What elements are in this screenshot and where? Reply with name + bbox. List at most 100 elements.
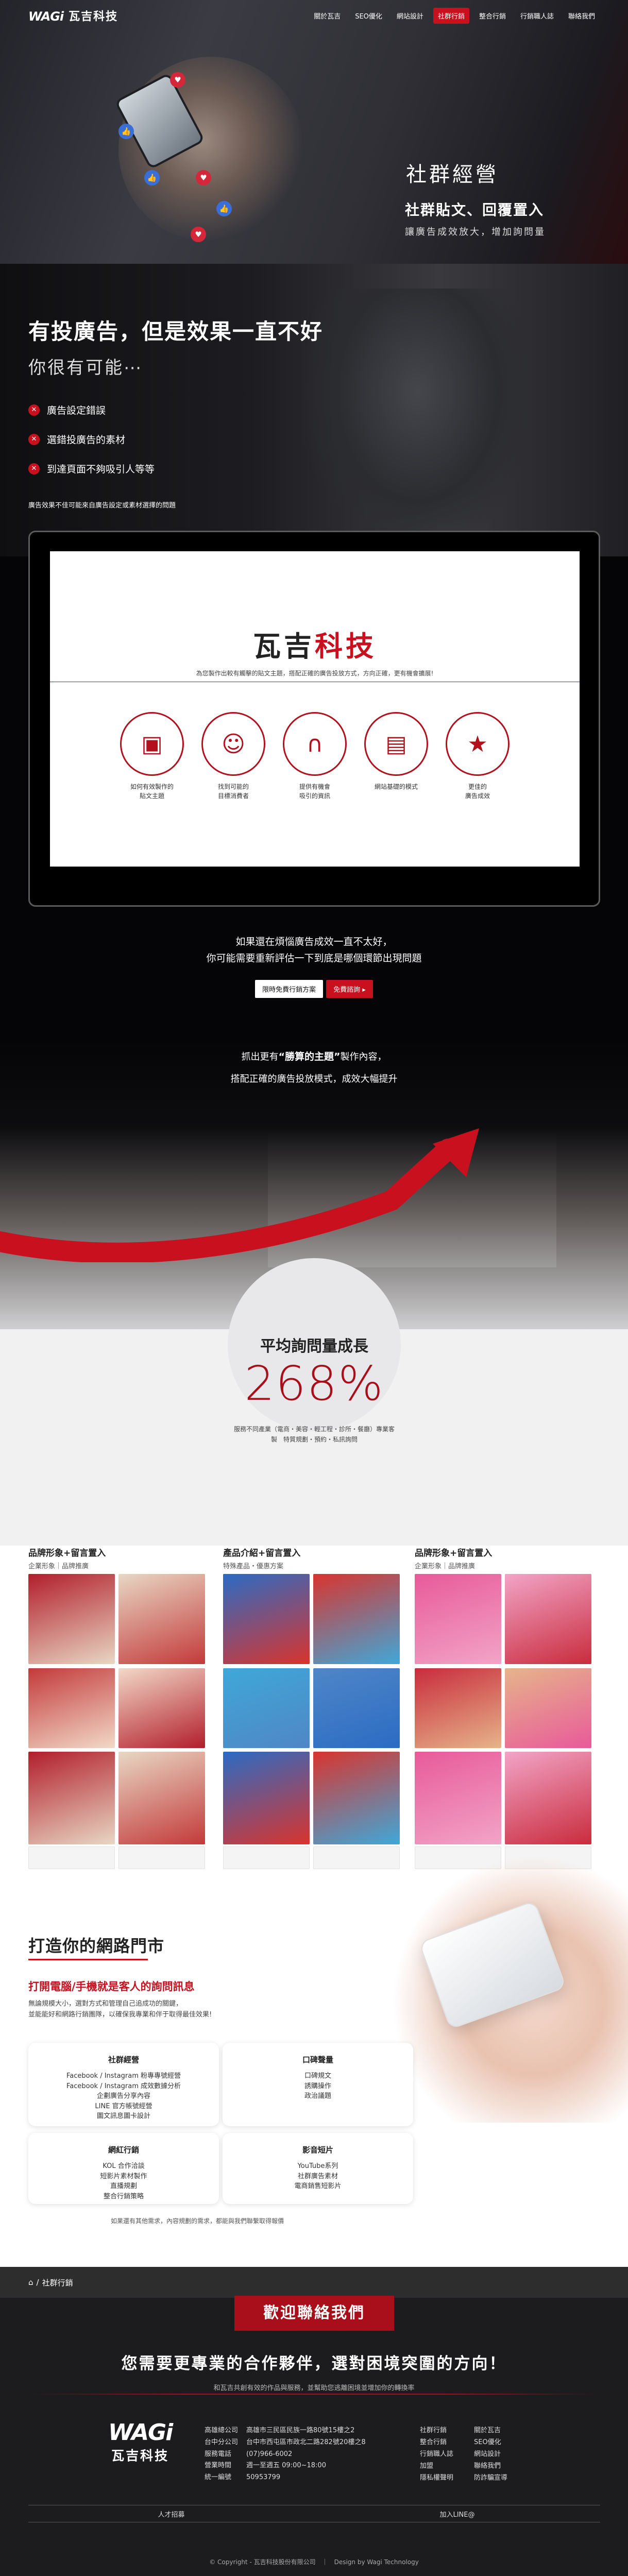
footer-link[interactable]: 整合行銷: [420, 2436, 474, 2446]
portal-description: 無論規模大小，選對方式和管理自己追成功的關鍵， 並能能好和網路行銷團隊，以確保我…: [28, 1999, 212, 2021]
portfolio-post-image[interactable]: [415, 1668, 501, 1748]
cta-line-1: 如果還在煩惱廣告成效一直不太好，: [235, 936, 393, 947]
footer-link[interactable]: 關於瓦吉: [474, 2425, 528, 2434]
footer-divider: [0, 2394, 628, 2395]
portfolio-post-image[interactable]: [118, 1668, 205, 1748]
footer-link[interactable]: 加盟: [420, 2460, 474, 2470]
info-value: (07)966-6002: [246, 2450, 293, 2458]
portfolio-post-image[interactable]: [505, 1752, 591, 1844]
footer-link[interactable]: 防詐騙宣導: [474, 2472, 528, 2482]
comment-thread-image: [313, 1846, 400, 1869]
nav-item[interactable]: 社群行銷: [433, 7, 469, 24]
comment-thread-image: [223, 1846, 310, 1869]
problem-item-text: 到達頁面不夠吸引人等等: [47, 464, 155, 475]
portfolio-title: 產品介紹+留言置入: [223, 1548, 301, 1558]
portfolio-post-image[interactable]: [313, 1574, 400, 1664]
problem-item-text: 選錯投廣告的素材: [47, 434, 126, 446]
footer-link[interactable]: 行銷職人誌: [420, 2448, 474, 2458]
info-row: 統一編號 50953799: [205, 2472, 373, 2483]
service-card-line: 企劃廣告分享內容: [96, 2092, 150, 2100]
like-icon: 👍: [216, 201, 232, 216]
service-card: 口碑聲量 口碑規文 誘購操作 政治議題: [223, 2043, 413, 2126]
portfolio-subtitle: 企業形象｜品牌推廣: [415, 1563, 476, 1570]
portfolio-post-image[interactable]: [223, 1668, 310, 1748]
screen-logo: 瓦吉科技: [50, 623, 580, 664]
info-label: 統一編號: [205, 2473, 232, 2482]
footer-link[interactable]: SEO優化: [474, 2436, 528, 2446]
device-icon: ▣: [120, 712, 184, 776]
growth-arrow: [0, 1128, 479, 1262]
service-card: 網紅行銷 KOL 合作洽談 短影片素材製作 直播規劃 整合行銷策略: [28, 2133, 219, 2204]
info-label: 營業時間: [205, 2462, 232, 2470]
heart-icon: ♥: [191, 227, 206, 242]
site-logo[interactable]: WAGi 瓦吉科技: [28, 7, 118, 24]
portal-title-underline: [28, 1959, 148, 1960]
footer-link[interactable]: 隱私權聲明: [420, 2472, 474, 2482]
comment-thread-image: [28, 1846, 115, 1869]
portfolio-post-image[interactable]: [505, 1668, 591, 1748]
footer-logo-latin: WAGi: [108, 2419, 173, 2446]
portfolio-post-image[interactable]: [118, 1752, 205, 1844]
logo-latin: WAGi: [28, 9, 64, 24]
strategy-text: 抓出更有“勝算的主題”製作內容， 搭配正確的廣告投放模式，成效大幅提升: [0, 1046, 628, 1090]
portfolio-post-image[interactable]: [505, 1574, 591, 1664]
footer-link[interactable]: 網站設計: [474, 2448, 528, 2458]
service-card-line: 政治議題: [304, 2092, 331, 2100]
service-card-line: KOL 合作洽談: [103, 2162, 145, 2170]
nav-item[interactable]: 行銷職人誌: [516, 8, 558, 24]
nav-item[interactable]: 網站設計: [392, 8, 428, 24]
portal-description-2: 並能能好和網路行銷團隊，以確保我專業和伴于取得最佳效果!: [28, 2010, 212, 2019]
heart-icon: ♥: [170, 72, 185, 88]
growth-value: 268%: [244, 1356, 384, 1411]
feature-item: ★ 更佳的 廣告成效: [446, 712, 510, 801]
service-card-line: LINE 官方帳號經營: [95, 2102, 152, 2110]
portfolio-post-image[interactable]: [28, 1668, 115, 1748]
breadcrumb: ⌂ / 社群行銷: [0, 2267, 628, 2298]
cta-buttons: 限時免費行銷方案 免費諮詢 ▸: [0, 980, 628, 998]
hero-title: 社群經營: [406, 163, 499, 187]
contact-button[interactable]: 歡迎聯絡我們: [234, 2296, 394, 2331]
service-card-title: 口碑聲量: [302, 2055, 333, 2064]
consult-button[interactable]: 免費諮詢 ▸: [326, 980, 373, 998]
portfolio-post-image[interactable]: [313, 1668, 400, 1748]
footer-logo[interactable]: WAGi 瓦吉科技: [108, 2419, 173, 2464]
problem-item-text: 廣告設定錯誤: [47, 405, 106, 416]
problem-item: ✕ 廣告設定錯誤: [28, 403, 155, 417]
footer-logo-chinese: 瓦吉科技: [111, 2448, 169, 2463]
magnet-icon: ∩: [283, 712, 347, 776]
nav-item[interactable]: 關於瓦吉: [309, 8, 345, 24]
feature-item: ▤ 網站基礎的模式: [364, 712, 428, 801]
feature-label: 網站基礎的模式: [374, 783, 418, 790]
footer-link[interactable]: 社群行銷: [420, 2425, 474, 2434]
feature-item: ☺ 找到可能的 目標消費者: [201, 712, 265, 801]
service-card-line: Facebook / Instagram 成效數據分析: [66, 2082, 181, 2090]
nav-item[interactable]: 聯絡我們: [564, 8, 600, 24]
portfolio-post-image[interactable]: [223, 1752, 310, 1844]
logo-chinese: 瓦吉科技: [69, 10, 118, 23]
portfolio-post-image[interactable]: [223, 1574, 310, 1664]
footer-link[interactable]: 聯絡我們: [474, 2460, 528, 2470]
careers-link[interactable]: 人才招募: [28, 2505, 314, 2522]
screen-logo-red: 科技: [315, 630, 377, 663]
promo-button[interactable]: 限時免費行銷方案: [255, 980, 324, 998]
strategy-line-2: 搭配正確的廣告投放模式，成效大幅提升: [230, 1073, 398, 1084]
portfolio-post-image[interactable]: [313, 1752, 400, 1844]
service-card-line: 短影片素材製作: [100, 2172, 147, 2180]
nav-item[interactable]: SEO優化: [350, 8, 387, 24]
nav-item[interactable]: 整合行銷: [474, 8, 511, 24]
line-link[interactable]: 加入LINE@: [314, 2505, 600, 2522]
feature-item: ▣ 如何有效製作的 貼文主題: [120, 712, 184, 801]
portfolio-post-image[interactable]: [28, 1752, 115, 1844]
problem-note: 廣告效果不佳可能來自廣告設定或素材選擇的問題: [28, 502, 176, 510]
growth-circle: 平均詢問量成長 268% 服務不同產業（電商・美容・輕工程・診所・餐廳）專業客製…: [228, 1258, 401, 1443]
copyright: © Copyright - 瓦吉科技股份有限公司 ｜ Design by Wag…: [209, 2558, 419, 2566]
portfolio-post-image[interactable]: [28, 1574, 115, 1664]
home-icon[interactable]: ⌂: [28, 2278, 33, 2287]
portfolio-post-image[interactable]: [415, 1574, 501, 1664]
info-row: 台中分公司 台中市西屯區市政北二路282號20樓之8: [205, 2437, 373, 2448]
service-card: 社群經營 Facebook / Instagram 粉專專號經營 Facebook …: [28, 2043, 219, 2126]
service-card-title: 網紅行銷: [108, 2145, 139, 2155]
portfolio-post-image[interactable]: [118, 1574, 205, 1664]
info-row: 營業時間 週一至週五 09:00~18:00: [205, 2461, 373, 2471]
portfolio-post-image[interactable]: [415, 1752, 501, 1844]
